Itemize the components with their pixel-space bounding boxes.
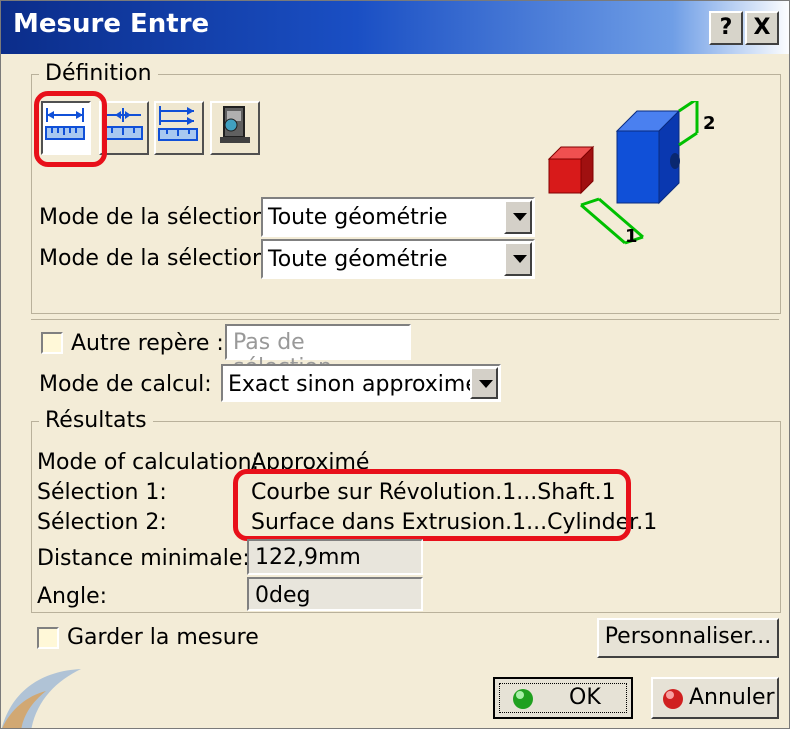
chain-measure-icon xyxy=(103,108,143,140)
distance-field: 122,9mm xyxy=(247,539,423,575)
title-bar[interactable]: Mesure Entre ? X xyxy=(1,1,789,54)
calculation-mode-value: Exact sinon approximé xyxy=(228,372,479,397)
measure-between-dialog: Mesure Entre ? X Définition 1 2 Mode de … xyxy=(0,0,790,729)
selection-mode-1-label: Mode de la sélection 1: xyxy=(39,205,295,230)
distance-label: Distance minimale: xyxy=(37,546,250,571)
chevron-down-icon[interactable] xyxy=(504,242,532,276)
fan-measure-button[interactable] xyxy=(154,101,204,155)
results-legend: Résultats xyxy=(39,408,153,433)
green-ball-icon xyxy=(513,689,533,709)
help-button[interactable]: ? xyxy=(709,11,743,45)
ok-button[interactable]: OK xyxy=(493,677,633,719)
selection-mode-1-combo[interactable]: Toute géométrie xyxy=(261,197,535,237)
ok-label: OK xyxy=(569,685,601,710)
result-label: Mode of calculation: xyxy=(37,450,260,475)
cancel-label: Annuler xyxy=(689,685,775,710)
selection-mode-2-combo[interactable]: Toute géométrie xyxy=(261,239,535,279)
selection-mode-2-label: Mode de la sélection 2: xyxy=(39,246,295,271)
chevron-down-icon[interactable] xyxy=(504,200,532,234)
result-label: Sélection 1: xyxy=(37,480,167,505)
cancel-button[interactable]: Annuler xyxy=(651,677,779,719)
other-axis-checkbox[interactable] xyxy=(41,332,63,354)
highlight-measure-between xyxy=(34,91,107,167)
dimension-label-1: 1 xyxy=(625,226,638,247)
angle-field: 0deg xyxy=(247,577,423,611)
background-swoosh xyxy=(1,669,81,728)
other-axis-label: Autre repère : xyxy=(71,331,224,356)
close-button[interactable]: X xyxy=(745,11,779,45)
selection-mode-2-value: Toute géométrie xyxy=(268,247,448,272)
result-label: Sélection 2: xyxy=(37,510,167,535)
highlight-selections xyxy=(233,469,631,541)
chevron-down-icon[interactable] xyxy=(470,367,498,399)
separator xyxy=(31,319,779,320)
calculation-mode-combo[interactable]: Exact sinon approximé xyxy=(221,364,501,402)
dimension-label-2: 2 xyxy=(703,113,716,134)
measure-item-icon xyxy=(220,106,250,143)
window-title: Mesure Entre xyxy=(13,9,210,39)
red-ball-icon xyxy=(663,689,683,709)
fan-measure-icon xyxy=(158,106,198,141)
other-axis-field[interactable]: Pas de sélection xyxy=(225,324,411,380)
selection-mode-1-value: Toute géométrie xyxy=(268,205,448,230)
customize-button[interactable]: Personnaliser... xyxy=(597,618,779,658)
keep-measure-checkbox[interactable] xyxy=(37,627,59,649)
measure-item-button[interactable] xyxy=(210,101,260,155)
calculation-mode-label: Mode de calcul: xyxy=(39,372,212,397)
angle-label: Angle: xyxy=(37,584,108,609)
keep-measure-label: Garder la mesure xyxy=(67,625,259,650)
definition-legend: Définition xyxy=(39,61,158,86)
